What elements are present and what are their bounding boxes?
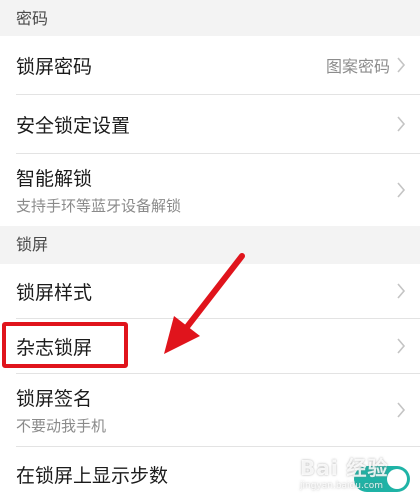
watermark: Bai 经验 jingyan.baidu.com bbox=[300, 452, 389, 491]
password-settings-list: 锁屏密码 图案密码 安全锁定设置 智能解锁 支持手环等蓝牙设备解锁 bbox=[0, 36, 420, 226]
row-label: 智能解锁 bbox=[16, 168, 93, 190]
toggle-knob bbox=[387, 469, 407, 489]
arrow-annotation-icon bbox=[164, 253, 245, 354]
row-label: 锁屏样式 bbox=[16, 281, 93, 304]
chevron-right-icon bbox=[397, 57, 406, 73]
chevron-right-icon bbox=[397, 283, 406, 299]
section-header-password: 密码 bbox=[0, 0, 420, 36]
watermark-text: Bai 经验 bbox=[300, 456, 389, 480]
row-subtitle: 支持手环等蓝牙设备解锁 bbox=[16, 197, 182, 215]
row-label: 安全锁定设置 bbox=[16, 114, 131, 137]
highlight-box bbox=[2, 322, 128, 368]
lock-screen-signature-row[interactable]: 锁屏签名 不要动我手机 bbox=[0, 374, 420, 446]
chevron-right-icon bbox=[397, 338, 406, 354]
row-subtitle: 不要动我手机 bbox=[16, 417, 107, 435]
row-label: 锁屏密码 bbox=[16, 55, 93, 78]
row-label: 锁屏签名 bbox=[16, 388, 93, 410]
chevron-right-icon bbox=[397, 402, 406, 418]
chevron-right-icon bbox=[397, 116, 406, 132]
chevron-right-icon bbox=[397, 182, 406, 198]
watermark-sub: jingyan.baidu.com bbox=[300, 481, 384, 491]
lock-screen-password-row[interactable]: 锁屏密码 图案密码 bbox=[0, 36, 420, 94]
smart-unlock-row[interactable]: 智能解锁 支持手环等蓝牙设备解锁 bbox=[0, 154, 420, 226]
row-label: 在锁屏上显示步数 bbox=[16, 464, 169, 487]
row-value: 图案密码 bbox=[325, 57, 390, 76]
security-lock-settings-row[interactable]: 安全锁定设置 bbox=[0, 95, 420, 153]
